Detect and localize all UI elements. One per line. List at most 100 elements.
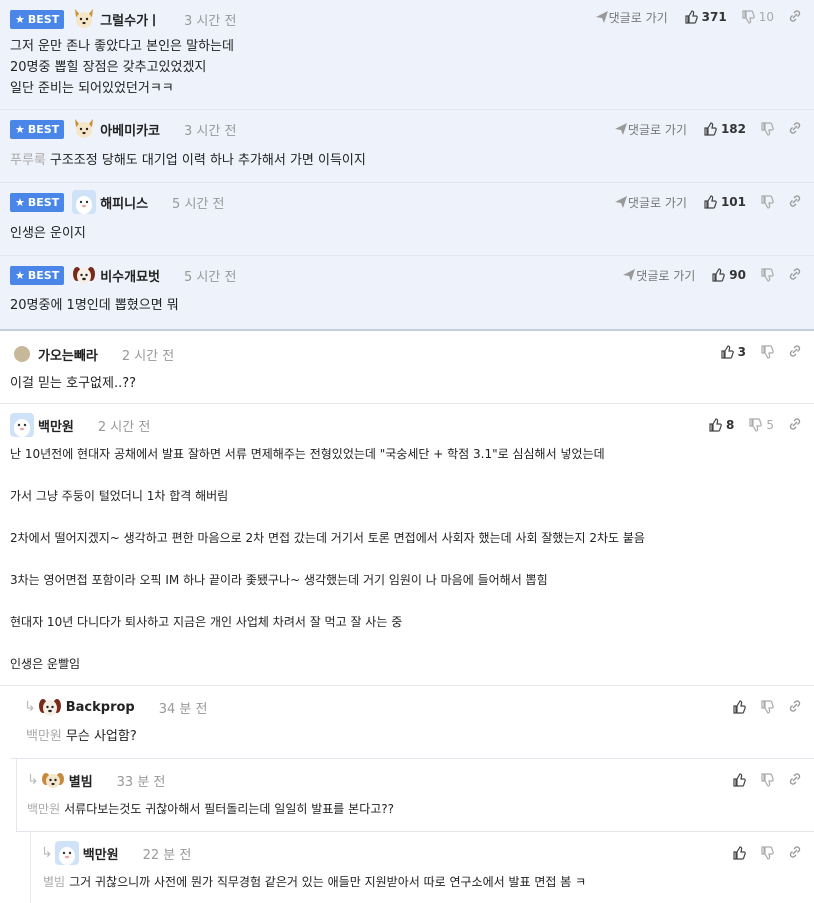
downvote-button[interactable] [760,846,774,860]
downvote-button[interactable] [760,773,774,787]
best-comment: ★ BEST 해피니스 5 시간 전 댓글로 가기 101 인생은 운이지 [0,183,814,256]
link-icon[interactable] [788,194,802,211]
comment-actions [732,771,802,789]
downvote-button[interactable] [760,195,774,209]
upvote-button[interactable] [732,773,746,787]
go-to-reply-link[interactable]: 댓글로 가기 [614,121,687,138]
thumbs-down-icon [749,418,763,432]
author-nickname[interactable]: 백만원 [83,844,119,863]
go-to-reply-link[interactable]: 댓글로 가기 [595,9,668,26]
downvote-button[interactable] [760,268,774,282]
reply-arrow-icon: ↳ [24,699,36,715]
author-nickname[interactable]: 해피니스 [100,193,148,212]
comment-actions: 댓글로 가기 182 [614,120,802,138]
comment-time: 34 분 전 [158,701,208,717]
comment-body: 이걸 믿는 호구없제..?? [10,373,136,394]
star-icon: ★ [15,12,25,26]
avatar[interactable] [72,117,96,141]
author-nickname[interactable]: 아베미카코 [100,120,160,139]
link-icon[interactable] [788,845,802,862]
best-badge-label: BEST [27,268,60,282]
link-icon[interactable] [788,699,802,716]
author-nickname[interactable]: 가오는빼라 [38,345,98,364]
comment-header: ★ BEST 그럴수가ㅣ 3 시간 전 [10,8,236,30]
avatar[interactable] [10,413,34,437]
best-badge: ★ BEST [10,9,65,29]
author-nickname[interactable]: 별빔 [69,771,93,790]
link-icon[interactable] [788,417,802,434]
link-icon[interactable] [788,121,802,138]
link-icon[interactable] [788,9,802,26]
downvote-button[interactable] [760,122,774,136]
comment-line: 그거 귀찮으니까 사전에 뭔가 직무경험 같은거 있는 애들만 지원받아서 따로… [69,875,587,889]
mention-nickname[interactable]: 푸루룩 [10,153,46,168]
upvote-button[interactable]: 101 [703,195,746,209]
comment-line: 인생은 운이지 [10,226,86,241]
best-comment: ★ BEST 그럴수가ㅣ 3 시간 전 댓글로 가기 371 10 그저 운만 존… [0,0,814,110]
comment-time: 5 시간 전 [184,269,237,285]
comment-paragraph: 2차에서 떨어지겠지~ 생각하고 편한 마음으로 2차 면접 갔는데 거기서 토… [10,531,645,545]
comment-paragraph: 3차는 영어면접 포함이라 오픽 IM 하나 끝이라 좇됐구나~ 생각했는데 거… [10,573,548,587]
comment-actions: 8 5 [708,416,802,434]
link-icon[interactable] [788,344,802,361]
link-icon[interactable] [788,267,802,284]
comment-body: 백만원 서류다보는것도 귀찮아해서 필터돌리는데 일일히 발표를 본다고?? [27,799,394,820]
comment-header: ↳ Backprop 34 분 전 [24,696,207,718]
author-nickname[interactable]: 그럴수가ㅣ [100,10,160,29]
author-nickname[interactable]: Backprop [66,700,135,715]
author-nickname[interactable]: 비수개묘벗 [100,266,160,285]
thumbs-up-icon [704,195,717,209]
comment-actions: 댓글로 가기 371 10 [595,8,802,26]
best-comment: ★ BEST 비수개묘벗 5 시간 전 댓글로 가기 90 20명중에 1명인데 … [0,256,814,329]
replies-section: ↳ Backprop 34 분 전 백만원 무슨 사업함? ↳ 별빔 33 분 전 [0,686,814,903]
avatar[interactable] [38,695,62,719]
comment-time: 33 분 전 [116,774,166,790]
downvote-button[interactable]: 10 [741,10,774,24]
go-to-reply-link[interactable]: 댓글로 가기 [622,267,695,284]
upvote-button[interactable]: 90 [711,268,746,282]
thumbs-down-icon [761,345,774,359]
comment-time: 5 시간 전 [172,196,225,212]
dog-avatar-icon [75,119,94,138]
reply-arrow-icon: ↳ [27,772,39,788]
downvote-button[interactable] [760,700,774,714]
avatar[interactable] [72,7,96,31]
comment-actions: 댓글로 가기 90 [622,266,802,284]
mention-nickname[interactable]: 백만원 [26,729,62,744]
avatar[interactable] [54,841,79,865]
comment-paragraph: 난 10년전에 현대자 공채에서 발표 잘하면 서류 면제해주는 전형있었는데 … [10,447,605,461]
best-badge: ★ BEST [10,119,65,139]
downvote-button[interactable] [760,345,774,359]
comment: 백만원 2 시간 전 8 5 난 10년전에 현대자 공채에서 발표 잘하면 서… [0,404,814,686]
go-to-reply-link[interactable]: 댓글로 가기 [614,194,687,211]
comment-time: 2 시간 전 [97,419,151,435]
mention-nickname[interactable]: 별빔 [43,875,65,889]
paper-plane-icon [614,123,627,135]
upvote-button[interactable]: 3 [720,345,746,359]
avatar[interactable] [72,263,96,287]
avatar[interactable] [72,190,97,214]
comment-line: 서류다보는것도 귀찮아해서 필터돌리는데 일일히 발표를 본다고?? [64,802,395,816]
puppy-avatar-icon [38,699,61,716]
upvote-button[interactable]: 8 [708,418,734,432]
upvote-button[interactable] [732,700,746,714]
puppy-avatar-icon [41,773,64,788]
upvote-button[interactable] [732,846,746,860]
downvote-button[interactable]: 5 [748,418,774,432]
upvote-count: 182 [720,122,746,136]
author-nickname[interactable]: 백만원 [38,416,74,435]
upvote-button[interactable]: 182 [703,122,746,136]
link-icon[interactable] [788,772,802,789]
avatar[interactable] [41,768,65,792]
go-to-reply-label: 댓글로 가기 [608,10,668,25]
upvote-button[interactable]: 371 [684,10,727,24]
comment-paragraph: 현대자 10년 다니다가 퇴사하고 지금은 개인 사업체 차려서 잘 먹고 잘 … [10,615,403,629]
comment-body: 푸루룩 구조조정 당해도 대기업 이력 하나 추가해서 가면 이득이지 [10,150,366,171]
paper-plane-icon [623,269,636,281]
avatar[interactable] [14,346,30,362]
star-icon: ★ [15,268,25,282]
thumbs-down-icon [742,10,755,24]
comment-time: 3 시간 전 [184,123,237,139]
thumbs-up-icon [733,773,746,787]
mention-nickname[interactable]: 백만원 [27,802,60,816]
